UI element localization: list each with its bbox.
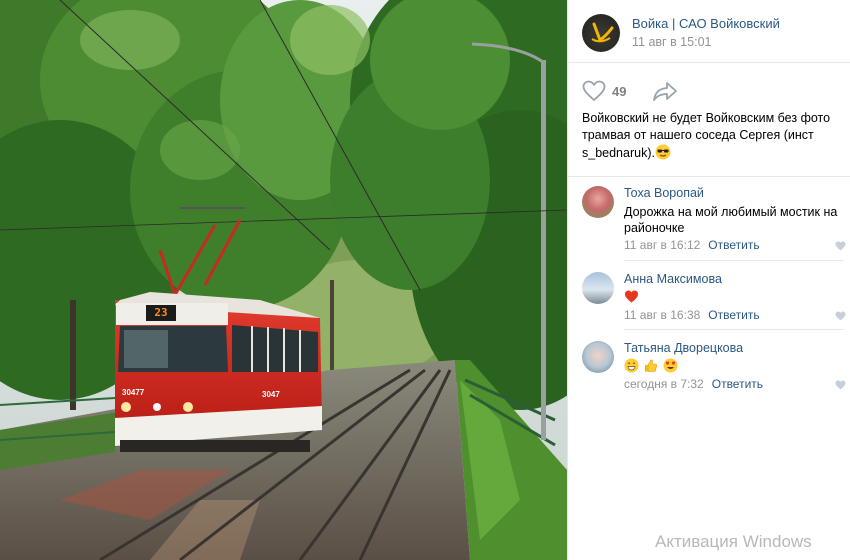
post-text: Войковский не будет Войковским без фото … bbox=[582, 110, 844, 165]
comment-author[interactable]: Тоха Воропай bbox=[624, 186, 704, 200]
comment-date[interactable]: 11 авг в 16:12 bbox=[624, 238, 700, 252]
like-count: 49 bbox=[612, 83, 627, 99]
tram-route-number: 23 bbox=[154, 306, 168, 319]
comments-divider bbox=[568, 176, 850, 177]
comment-like-heart-icon[interactable] bbox=[835, 380, 846, 390]
comment-separator bbox=[624, 329, 844, 330]
comment-text: Дорожка на мой любимый мостик на районоч… bbox=[624, 205, 838, 235]
group-avatar[interactable] bbox=[582, 14, 620, 52]
comment-meta: 11 авг в 16:38 Ответить bbox=[624, 308, 760, 322]
share-icon bbox=[653, 82, 677, 101]
header-divider bbox=[568, 62, 850, 63]
comment-date[interactable]: 11 авг в 16:38 bbox=[624, 308, 700, 322]
reply-button[interactable]: Ответить bbox=[708, 308, 759, 322]
post-actions: 49 bbox=[582, 78, 842, 104]
heart-icon bbox=[582, 80, 606, 102]
tram-fleet-number: 30477 bbox=[122, 388, 145, 397]
comment-author[interactable]: Татьяна Дворецкова bbox=[624, 341, 743, 355]
comment-emojis bbox=[624, 288, 844, 304]
comment-meta: 11 авг в 16:12 Ответить bbox=[624, 238, 760, 252]
sunglasses-emoji-icon bbox=[655, 144, 671, 165]
heart-emoji-icon bbox=[624, 289, 639, 304]
post-panel: Войка | САО Войковский 11 авг в 15:01 49… bbox=[567, 0, 850, 560]
tram-side-number: 3047 bbox=[262, 390, 280, 399]
comment-separator bbox=[624, 260, 844, 261]
post-photo[interactable]: 23 30477 3047 bbox=[0, 0, 567, 560]
thumbs-up-emoji-icon bbox=[643, 358, 658, 373]
share-button[interactable] bbox=[652, 80, 678, 102]
group-name-link[interactable]: Войка | САО Войковский bbox=[632, 16, 780, 31]
post-text-body: Войковский не будет Войковским без фото … bbox=[582, 111, 831, 160]
grin-emoji-icon bbox=[624, 358, 639, 373]
post-date[interactable]: 11 авг в 15:01 bbox=[632, 35, 711, 49]
commenter-avatar[interactable] bbox=[582, 341, 614, 373]
comment-like-heart-icon[interactable] bbox=[835, 311, 846, 321]
comment-author[interactable]: Анна Максимова bbox=[624, 272, 722, 286]
reply-button[interactable]: Ответить bbox=[708, 238, 759, 252]
comment-meta: сегодня в 7:32 Ответить bbox=[624, 377, 763, 391]
heart-eyes-emoji-icon bbox=[663, 358, 678, 373]
reply-button[interactable]: Ответить bbox=[712, 377, 763, 391]
like-button[interactable]: 49 bbox=[582, 78, 626, 104]
commenter-avatar[interactable] bbox=[582, 272, 614, 304]
comment-emojis bbox=[624, 357, 844, 373]
post-header: Войка | САО Войковский 11 авг в 15:01 bbox=[582, 12, 842, 56]
commenter-avatar[interactable] bbox=[582, 186, 614, 218]
windows-activation-watermark: Активация Windows bbox=[655, 532, 812, 551]
group-logo-icon bbox=[591, 22, 614, 43]
comment-like-heart-icon[interactable] bbox=[835, 241, 846, 251]
comment-date[interactable]: сегодня в 7:32 bbox=[624, 377, 704, 391]
tram-photo-illustration bbox=[0, 0, 567, 560]
